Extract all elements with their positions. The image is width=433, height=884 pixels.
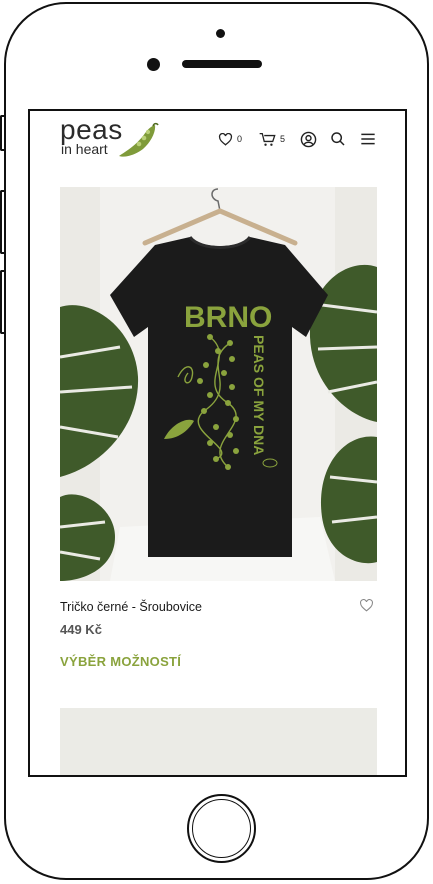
product-title[interactable]: Tričko černé - Šroubovice: [60, 600, 202, 614]
wishlist-link[interactable]: 0: [218, 129, 242, 149]
select-options-button[interactable]: VÝBĚR MOŽNOSTÍ: [60, 654, 181, 669]
product-price: 449 Kč: [60, 622, 102, 637]
site-logo[interactable]: peas in heart: [60, 116, 160, 158]
search-icon: [331, 132, 345, 146]
volume-down-button[interactable]: [0, 270, 4, 334]
earpiece-speaker: [182, 60, 262, 68]
cart-icon: [259, 132, 276, 146]
mute-switch[interactable]: [0, 115, 4, 151]
screen: peas in heart 0 5 BRNO PEAS OF MY DNA Tr…: [28, 109, 407, 777]
wishlist-count: 0: [237, 134, 243, 144]
cart-link[interactable]: 5: [259, 129, 285, 149]
heart-icon: [218, 132, 233, 146]
shirt-print-peas-of-my-dna: PEAS OF MY DNA: [251, 335, 267, 455]
next-product-image[interactable]: [60, 708, 377, 775]
logo-tagline: in heart: [61, 141, 108, 157]
product-image[interactable]: BRNO PEAS OF MY DNA: [60, 187, 377, 581]
heart-outline-icon: [360, 599, 373, 612]
home-button[interactable]: [187, 794, 256, 863]
site-header: peas in heart 0 5: [30, 111, 405, 171]
cart-count: 5: [280, 134, 286, 144]
pea-pod-icon: [119, 122, 159, 157]
front-camera: [216, 29, 225, 38]
proximity-sensor: [147, 58, 160, 71]
add-to-wishlist-button[interactable]: [359, 599, 374, 617]
logo-wordmark: peas: [60, 114, 123, 145]
account-button[interactable]: [300, 129, 317, 149]
shirt-print-brno: BRNO: [184, 301, 272, 334]
user-icon: [300, 131, 317, 147]
volume-up-button[interactable]: [0, 190, 4, 254]
tshirt-photo: BRNO PEAS OF MY DNA: [60, 187, 377, 581]
hamburger-menu-icon: [361, 133, 375, 145]
search-button[interactable]: [330, 129, 346, 149]
menu-button[interactable]: [360, 129, 376, 149]
